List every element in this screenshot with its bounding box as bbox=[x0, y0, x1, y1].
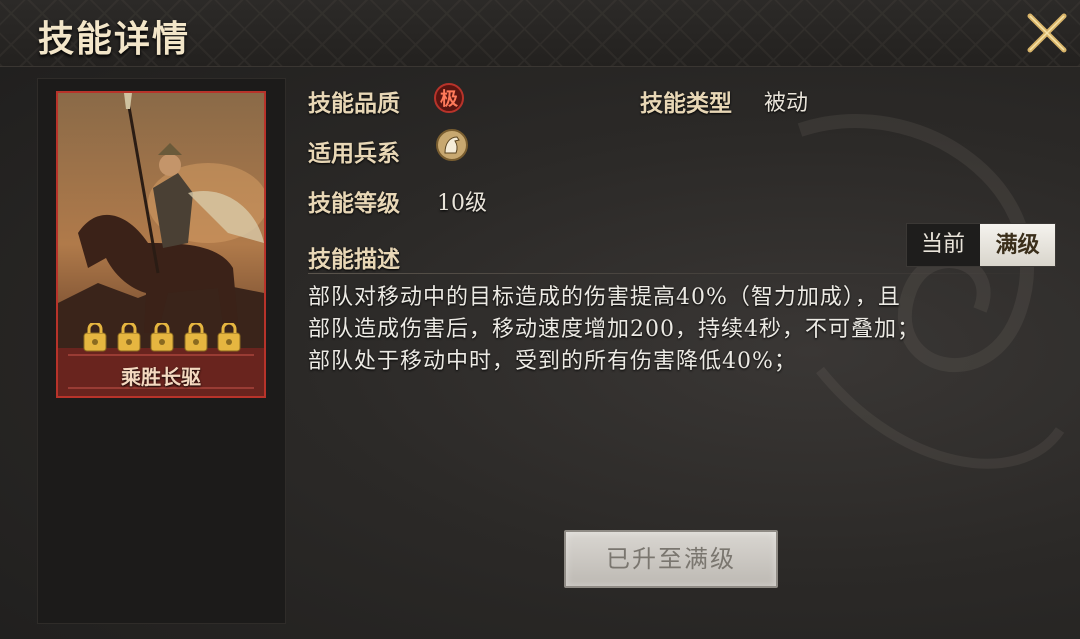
gold-star-icon bbox=[83, 323, 107, 352]
troop-type-badge bbox=[435, 128, 469, 162]
description-line: 部队造成伤害后，移动速度增加200，持续4秒，不可叠加； bbox=[308, 317, 920, 342]
gold-star-icon bbox=[184, 323, 207, 352]
quality-badge: 极 bbox=[433, 82, 465, 114]
quality-value: 极 bbox=[440, 89, 458, 110]
level-label: 技能等级 bbox=[308, 190, 400, 217]
maxed-level-button[interactable]: 已升至满级 bbox=[564, 530, 778, 588]
horse-icon bbox=[436, 129, 468, 161]
skill-stars bbox=[82, 323, 242, 353]
close-icon bbox=[1027, 13, 1067, 53]
level-value: 10级 bbox=[437, 191, 487, 216]
toggle-max-button[interactable]: 满级 bbox=[980, 224, 1055, 266]
toggle-current-button[interactable]: 当前 bbox=[907, 224, 979, 266]
skill-card-name: 乘胜长驱 bbox=[121, 365, 201, 389]
level-toggle[interactable]: 当前 满级 bbox=[906, 223, 1056, 267]
header-bar: 技能详情 bbox=[0, 0, 1080, 67]
type-label: 技能类型 bbox=[640, 90, 732, 117]
description-label: 技能描述 bbox=[308, 246, 400, 273]
close-button[interactable] bbox=[1022, 8, 1072, 58]
description-line: 部队处于移动中时，受到的所有伤害降低40%； bbox=[308, 349, 797, 374]
troop-label: 适用兵系 bbox=[308, 140, 400, 167]
divider bbox=[308, 273, 1056, 274]
quality-label: 技能品质 bbox=[308, 90, 400, 117]
skill-card-panel: 乘胜长驱 bbox=[37, 78, 286, 624]
skill-description: 部队对移动中的目标造成的伤害提高40%（智力加成），且 部队造成伤害后，移动速度… bbox=[308, 282, 1048, 378]
gold-star-icon bbox=[217, 323, 241, 352]
gold-star-icon bbox=[150, 323, 174, 352]
type-value: 被动 bbox=[764, 91, 809, 116]
page-title: 技能详情 bbox=[38, 18, 191, 60]
skill-card: 乘胜长驱 bbox=[56, 91, 266, 398]
description-line: 部队对移动中的目标造成的伤害提高40%（智力加成），且 bbox=[308, 285, 901, 310]
gold-star-icon bbox=[117, 323, 140, 352]
